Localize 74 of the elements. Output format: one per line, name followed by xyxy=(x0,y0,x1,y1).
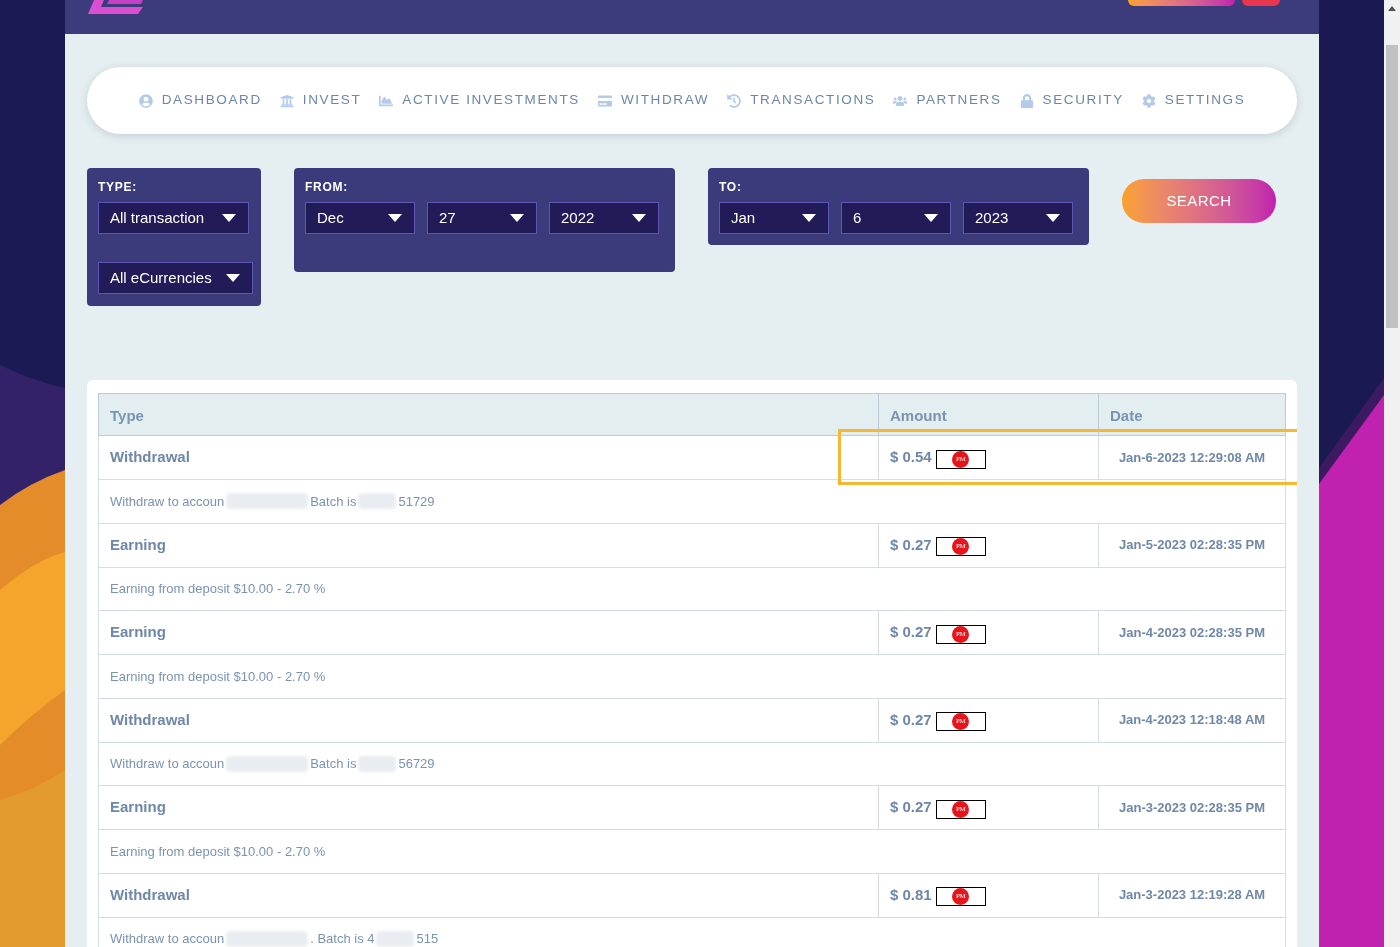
detail-text: Batch is xyxy=(310,492,357,511)
amount-text: $ 0.27 xyxy=(890,709,932,730)
caret-icon xyxy=(632,214,646,222)
caret-icon xyxy=(1046,214,1060,222)
nav-link[interactable]: SETTINGS xyxy=(1141,90,1246,111)
caret-icon xyxy=(388,214,402,222)
caret-icon xyxy=(802,214,816,222)
detail-text: 51729 xyxy=(398,492,435,511)
column-header: Amount xyxy=(878,393,1099,436)
history-icon xyxy=(727,93,742,108)
detail-text: Withdraw to accoun xyxy=(110,930,225,947)
settings-icon xyxy=(1141,93,1156,108)
detail-text: . Batch is 4 xyxy=(310,930,375,947)
filter-label: TO: xyxy=(719,179,743,195)
nav-link[interactable]: TRANSACTIONS xyxy=(727,90,876,111)
detail-text: Earning from deposit $10.00 - 2.70 % xyxy=(110,667,326,686)
detail-text: Earning from deposit $10.00 - 2.70 % xyxy=(110,842,326,861)
filter-label: FROM: xyxy=(305,179,349,195)
search-button[interactable]: SEARCH xyxy=(1122,179,1276,223)
users-icon xyxy=(893,93,908,108)
detail-text: 515 xyxy=(416,930,439,947)
lock-icon xyxy=(1019,93,1034,108)
detail-text: Earning from deposit $10.00 - 2.70 % xyxy=(110,580,326,598)
amount-text: $ 0.54 xyxy=(890,447,932,468)
detail-text: Withdraw to accoun xyxy=(110,492,225,511)
header-button[interactable] xyxy=(1128,0,1235,6)
nav-link[interactable]: DASHBOARD xyxy=(138,90,262,111)
nav-link[interactable]: SECURITY xyxy=(1019,90,1124,111)
amount-text: $ 0.27 xyxy=(890,534,932,555)
table-cell: Jan-3-2023 12:19:28 AM xyxy=(1098,873,1286,917)
caret-icon xyxy=(226,274,240,282)
currency-select[interactable]: All eCurrencies xyxy=(98,262,253,294)
logo-icon xyxy=(88,0,144,15)
area-chart-icon xyxy=(379,93,394,108)
amount-text: $ 0.27 xyxy=(890,797,932,818)
table-cell: Jan-3-2023 02:28:35 PM xyxy=(1098,785,1286,830)
table-cell: Jan-5-2023 02:28:35 PM xyxy=(1098,523,1286,567)
day-select[interactable]: 6 xyxy=(841,202,951,234)
caret-icon xyxy=(924,214,938,222)
table-cell: Withdrawal xyxy=(98,435,879,480)
detail-text: Withdraw to accoun xyxy=(110,755,225,773)
scrollbar[interactable] xyxy=(1384,0,1400,947)
caret-icon xyxy=(222,214,236,222)
bank-icon xyxy=(279,93,294,108)
type-select[interactable]: All transaction xyxy=(98,202,249,234)
column-header: Type xyxy=(98,393,879,436)
amount-text: $ 0.81 xyxy=(890,884,932,905)
table-cell: Withdrawal xyxy=(98,873,879,917)
table-cell: Jan-4-2023 02:28:35 PM xyxy=(1098,610,1286,655)
credit-card-icon xyxy=(597,93,612,108)
scrollbar-thumb[interactable] xyxy=(1386,45,1398,328)
table-cell: Withdrawal xyxy=(98,698,879,742)
table-cell: Earning xyxy=(98,523,879,567)
table-cell: Earning xyxy=(98,785,879,830)
scroll-up-icon[interactable] xyxy=(1388,6,1396,11)
table-cell: Jan-6-2023 12:29:08 AM xyxy=(1098,435,1286,480)
caret-icon xyxy=(510,214,524,222)
year-select[interactable]: 2022 xyxy=(549,202,659,234)
year-select[interactable]: 2023 xyxy=(963,202,1073,234)
nav-link[interactable]: WITHDRAW xyxy=(597,90,710,111)
day-select[interactable]: 27 xyxy=(427,202,537,234)
nav-link[interactable]: PARTNERS xyxy=(893,90,1002,111)
detail-text: 56729 xyxy=(398,755,435,773)
month-select[interactable]: Jan xyxy=(719,202,829,234)
header-round-button[interactable] xyxy=(1242,0,1280,6)
table-cell: Jan-4-2023 12:18:48 AM xyxy=(1098,698,1286,742)
month-select[interactable]: Dec xyxy=(305,202,415,234)
table-cell: Earning xyxy=(98,610,879,655)
amount-text: $ 0.27 xyxy=(890,622,932,643)
nav-link[interactable]: INVEST xyxy=(279,90,362,111)
filter-label: TYPE: xyxy=(98,179,138,195)
nav-link[interactable]: ACTIVE INVESTMENTS xyxy=(379,90,580,111)
detail-text: Batch is xyxy=(310,755,357,773)
column-header: Date xyxy=(1098,393,1286,436)
